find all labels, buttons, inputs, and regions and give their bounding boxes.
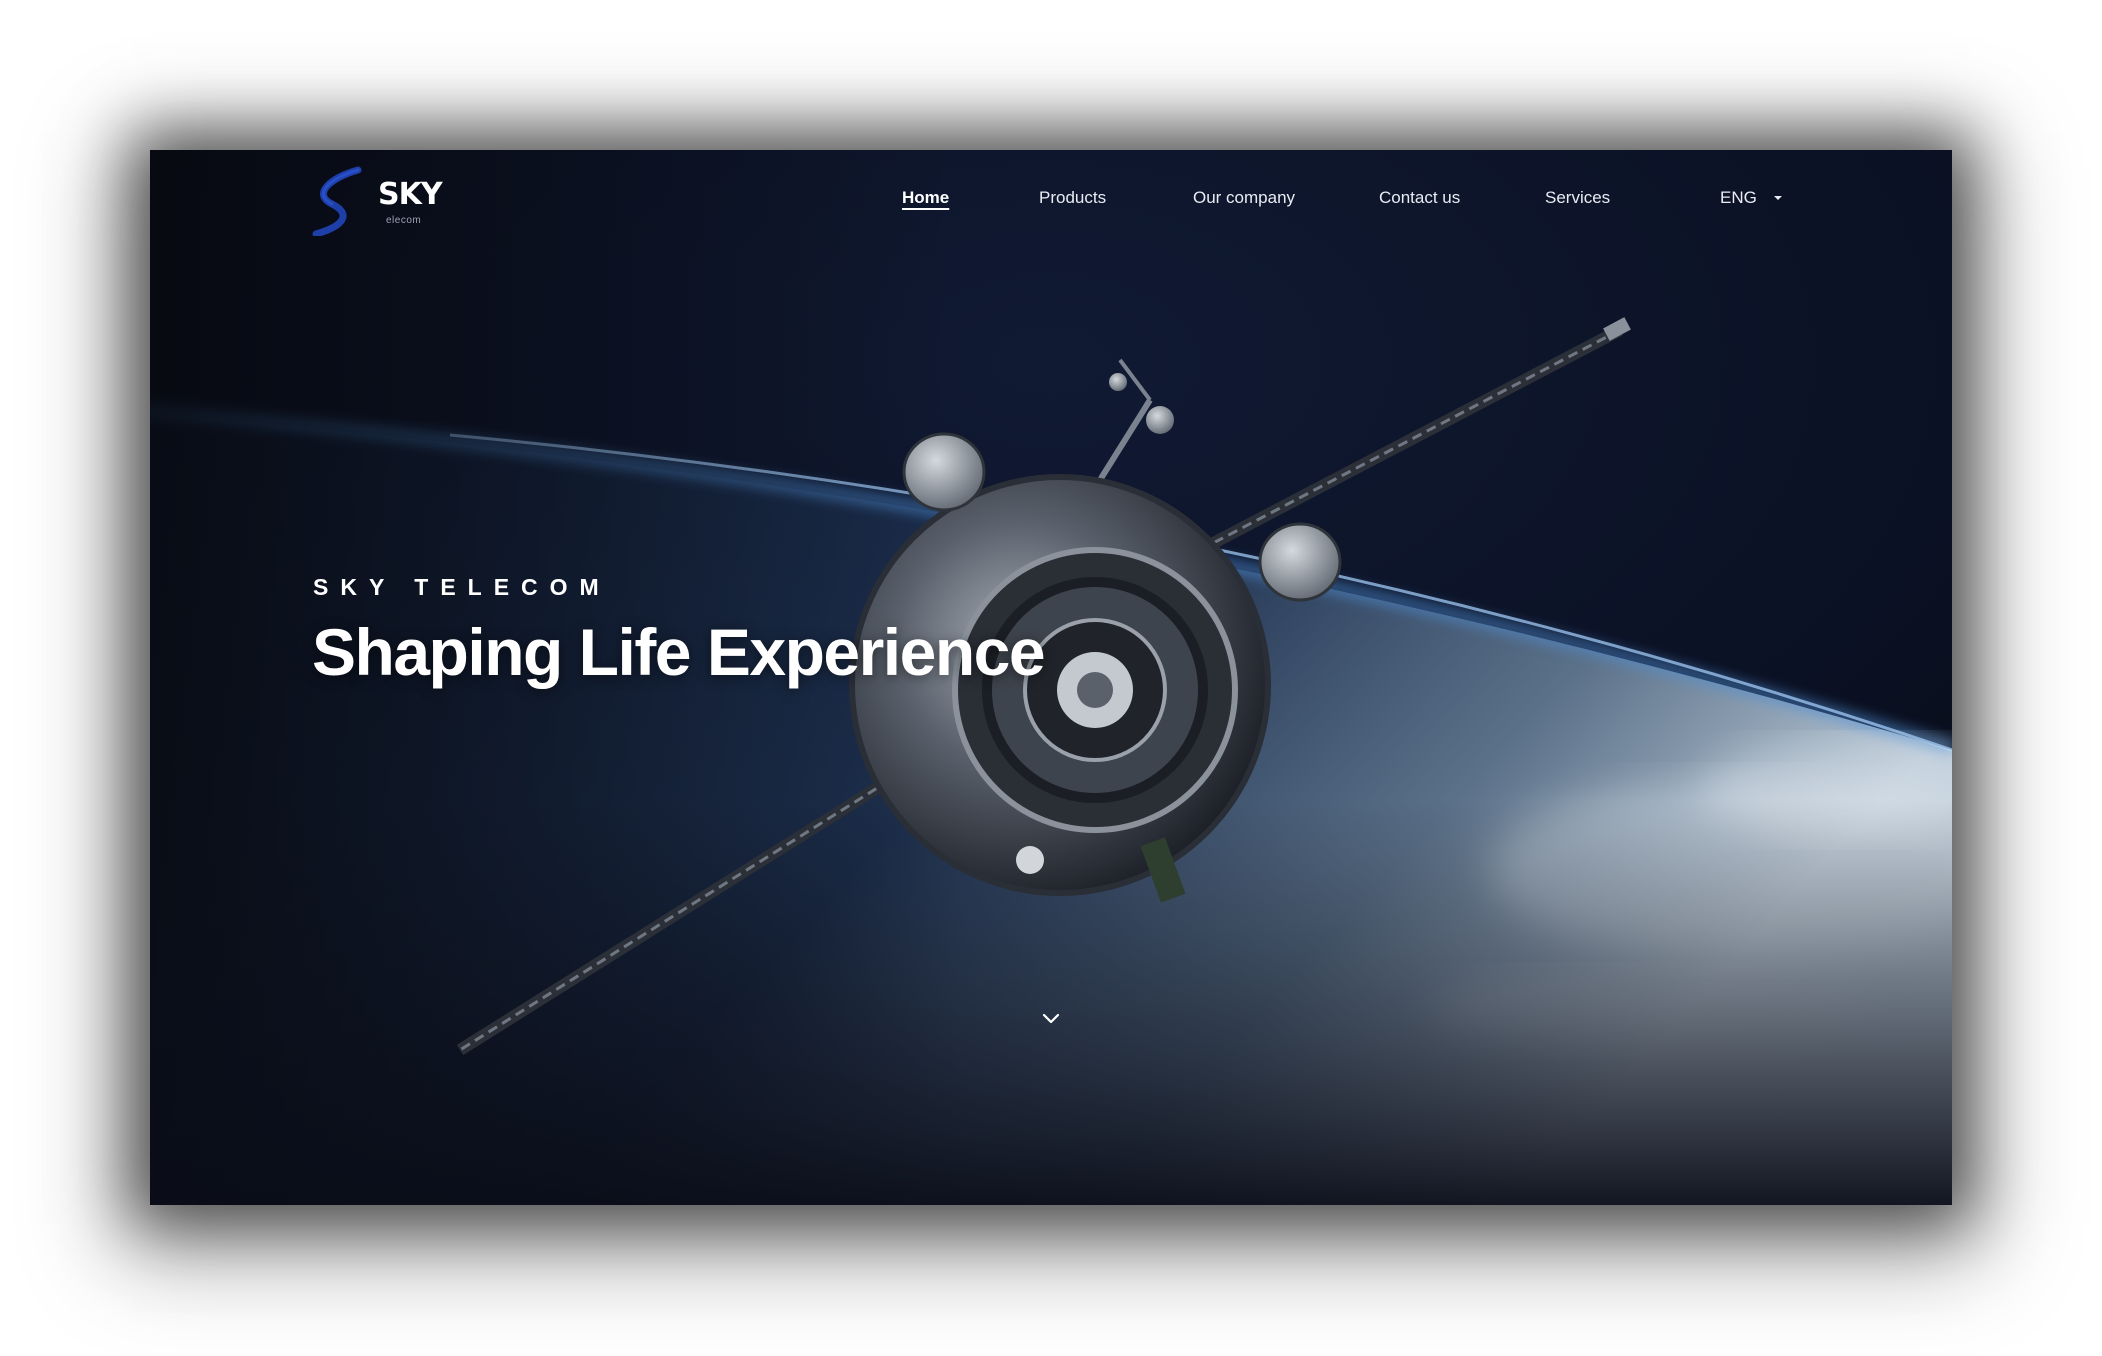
nav-our-company[interactable]: Our company — [1193, 180, 1295, 216]
hero-headline: Shaping Life Experience — [312, 615, 1046, 689]
brand-subtitle: elecom — [386, 215, 422, 226]
stage: SKY elecom Home Products Our company Con… — [0, 0, 2102, 1356]
nav-services[interactable]: Services — [1545, 180, 1610, 216]
main-navigation: Home Products Our company Contact us Ser… — [150, 180, 1952, 216]
nav-contact-us[interactable]: Contact us — [1379, 180, 1460, 216]
scroll-down-button[interactable] — [1041, 1012, 1061, 1026]
caret-down-icon — [1773, 196, 1782, 200]
language-selected: ENG — [1720, 188, 1757, 207]
browser-viewport: SKY elecom Home Products Our company Con… — [150, 150, 1952, 1205]
chevron-down-icon — [1042, 1013, 1060, 1024]
nav-home[interactable]: Home — [902, 180, 949, 216]
language-selector[interactable]: ENG — [1720, 180, 1783, 216]
hero-eyebrow: SKY TELECOM — [313, 574, 611, 600]
nav-products[interactable]: Products — [1039, 180, 1106, 216]
